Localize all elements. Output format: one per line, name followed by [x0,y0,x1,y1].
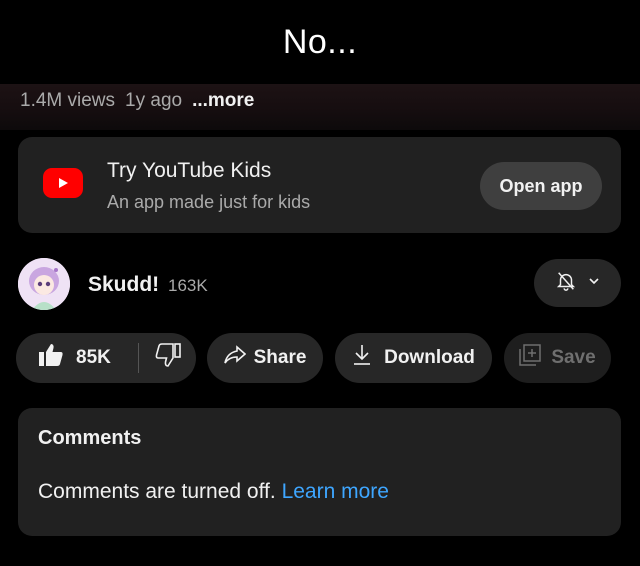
comments-status: Comments are turned off. Learn more [38,480,389,504]
comments-title: Comments [38,427,142,449]
channel-avatar[interactable] [18,258,70,310]
youtube-kids-logo-icon [43,168,83,198]
comments-section: Comments Comments are turned off. Learn … [18,408,621,536]
open-app-button[interactable]: Open app [480,162,602,210]
download-icon [352,344,372,372]
comments-disabled-message: Comments are turned off. [38,480,276,503]
like-button[interactable]: 85K [16,343,138,373]
meme-caption: No... [282,22,358,61]
save-to-playlist-icon [519,344,542,372]
promo-subtitle: An app made just for kids [107,192,311,212]
learn-more-link[interactable]: Learn more [282,480,389,503]
thumbs-down-icon [155,343,181,373]
share-button[interactable]: Share [207,333,323,383]
upload-age: 1y ago [125,90,183,111]
thumbs-up-icon [38,343,64,373]
promo-title: Try YouTube Kids [107,159,272,182]
channel-name[interactable]: Skudd! [88,273,159,297]
share-arrow-icon [223,345,246,371]
download-label: Download [384,347,475,368]
like-count: 85K [76,347,111,368]
more-description-link[interactable]: ...more [192,90,254,112]
like-dislike-group: 85K [16,333,196,383]
bell-off-icon [555,270,577,297]
chevron-down-icon [587,274,601,293]
video-meta[interactable]: 1.4M views 1y ago ...more [20,90,254,112]
download-button[interactable]: Download [335,333,492,383]
youtube-kids-promo-card: Try YouTube Kids An app made just for ki… [18,137,621,233]
save-label: Save [551,347,596,368]
save-button[interactable]: Save [504,333,611,383]
subscriber-count: 163K [168,276,208,295]
share-label: Share [253,347,307,368]
notification-settings-button[interactable] [534,259,621,307]
view-count: 1.4M views [20,90,116,111]
dislike-button[interactable] [139,343,196,373]
